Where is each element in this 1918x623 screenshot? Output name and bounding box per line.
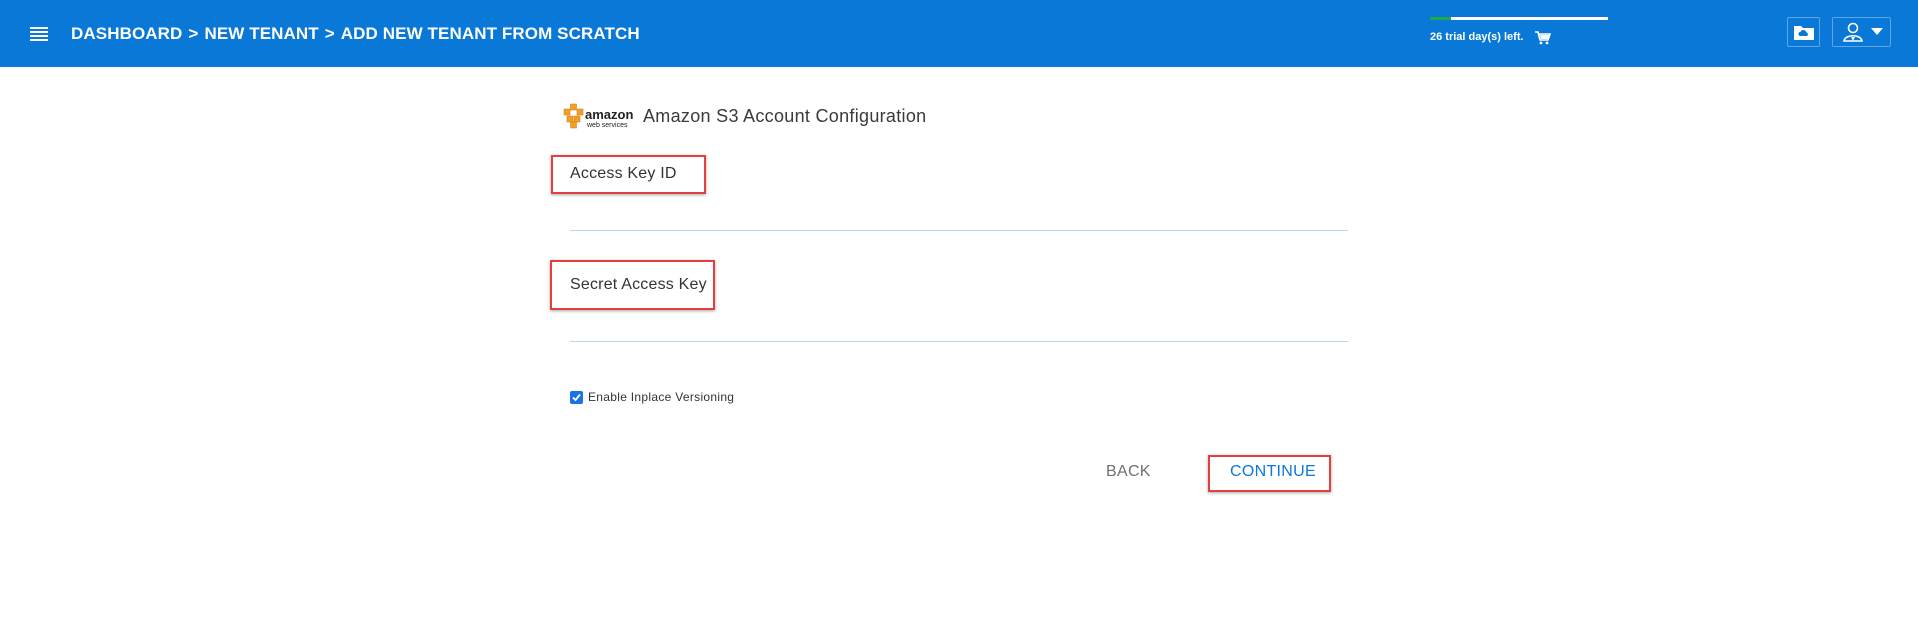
trial-progress-bar [1430, 17, 1608, 20]
breadcrumb-separator: > [188, 24, 199, 43]
breadcrumb-separator: > [324, 24, 335, 43]
form-title: Amazon S3 Account Configuration [643, 106, 927, 126]
breadcrumb-item-new-tenant[interactable]: NEW TENANT [204, 24, 318, 43]
cloud-folder-button[interactable] [1787, 17, 1820, 47]
access-key-input[interactable] [570, 203, 1348, 231]
versioning-label[interactable]: Enable Inplace Versioning [588, 390, 734, 404]
secret-key-input[interactable] [570, 314, 1348, 342]
aws-logo-sub-text: web services [586, 122, 628, 129]
versioning-checkbox[interactable] [570, 390, 583, 404]
breadcrumb: DASHBOARD > NEW TENANT > ADD NEW TENANT FROM… [71, 24, 640, 44]
breadcrumb-item-dashboard[interactable]: DASHBOARD [71, 24, 182, 43]
trial-progress-fill [1430, 17, 1452, 20]
versioning-option[interactable]: Enable Inplace Versioning [570, 389, 734, 405]
top-bar: DASHBOARD > NEW TENANT > ADD NEW TENANT FROM… [0, 0, 1918, 67]
aws-logo-main-text: amazon [585, 107, 633, 122]
access-key-label: Access Key ID [570, 165, 677, 182]
hamburger-menu-icon[interactable] [30, 26, 48, 42]
continue-button[interactable]: CONTINUE [1230, 459, 1316, 485]
user-account-icon [1843, 22, 1863, 42]
shopping-cart-icon[interactable] [1535, 31, 1552, 45]
back-button[interactable]: BACK [1106, 459, 1150, 485]
checkmark-icon [572, 393, 581, 401]
aws-logo: amazon web services [563, 100, 639, 130]
trial-days-text: 26 trial day(s) left. [1430, 31, 1524, 43]
chevron-down-icon [1871, 28, 1883, 35]
cloud-folder-icon [1794, 26, 1814, 40]
user-account-button[interactable] [1832, 17, 1891, 47]
breadcrumb-item-current: ADD NEW TENANT FROM SCRATCH [340, 24, 640, 43]
secret-key-label: Secret Access Key [570, 276, 707, 293]
